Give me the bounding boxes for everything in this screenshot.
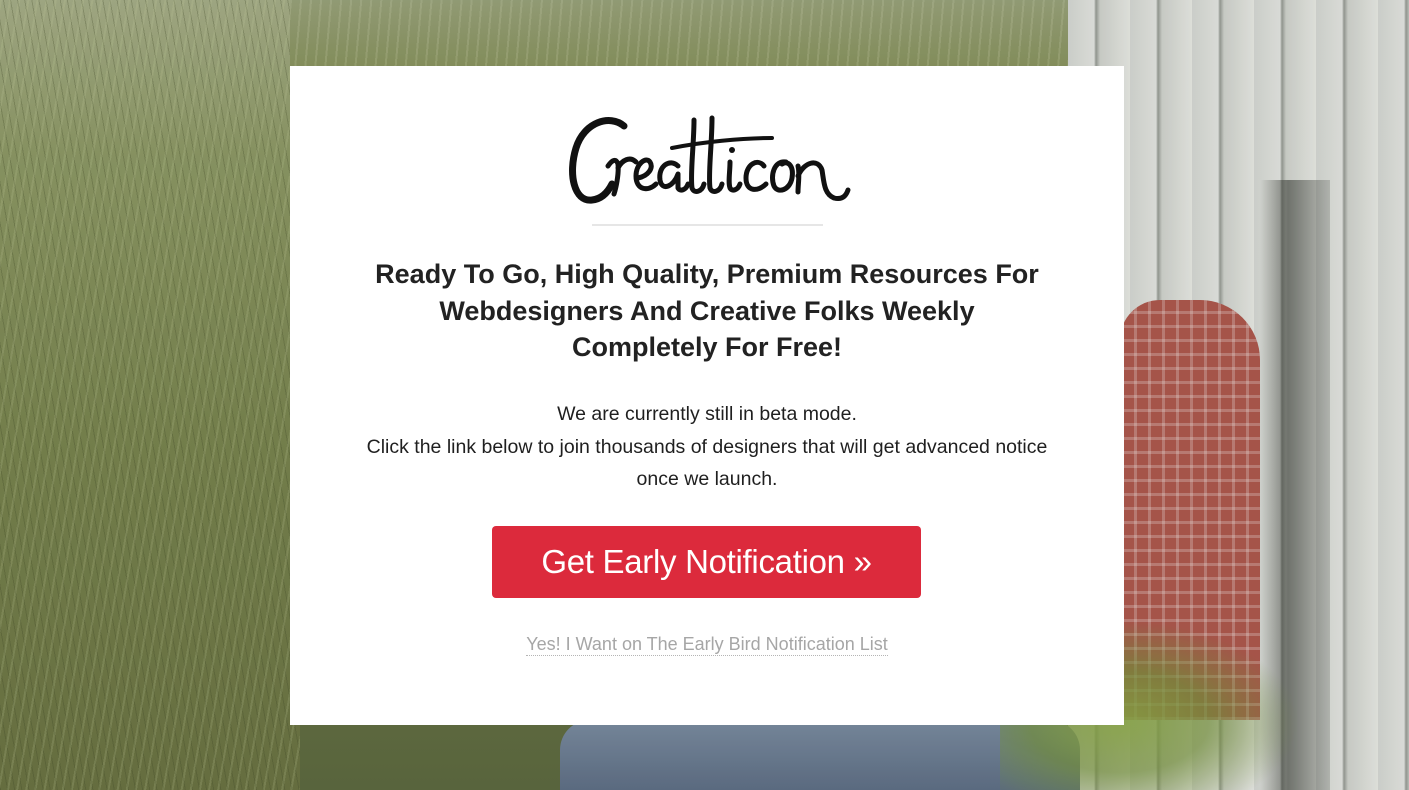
description: We are currently still in beta mode. Cli… bbox=[330, 398, 1084, 496]
logo[interactable] bbox=[290, 104, 1124, 210]
headline-line: Completely For Free! bbox=[571, 332, 843, 362]
get-early-notification-button[interactable]: Get Early Notification » bbox=[492, 526, 921, 598]
cta-label: Get Early Notification » bbox=[541, 543, 872, 580]
headline-line: Webdesigners And Creative Folks Weekly bbox=[439, 295, 975, 326]
headline: Ready To Go, High Quality, Premium Resou… bbox=[350, 256, 1064, 366]
headline-line: Ready To Go, High Quality, Premium Resou… bbox=[375, 259, 1039, 289]
logo-divider bbox=[592, 224, 823, 226]
description-line: once we launch. bbox=[636, 468, 778, 490]
signup-card: Ready To Go, High Quality, Premium Resou… bbox=[290, 66, 1124, 725]
description-line: Click the link below to join thousands o… bbox=[366, 435, 1048, 458]
early-bird-link-wrap: Yes! I Want on The Early Bird Notificati… bbox=[290, 634, 1124, 656]
description-line: We are currently still in beta mode. bbox=[557, 403, 857, 425]
creatticon-logo-icon bbox=[569, 115, 851, 204]
early-bird-notification-link[interactable]: Yes! I Want on The Early Bird Notificati… bbox=[526, 634, 888, 656]
